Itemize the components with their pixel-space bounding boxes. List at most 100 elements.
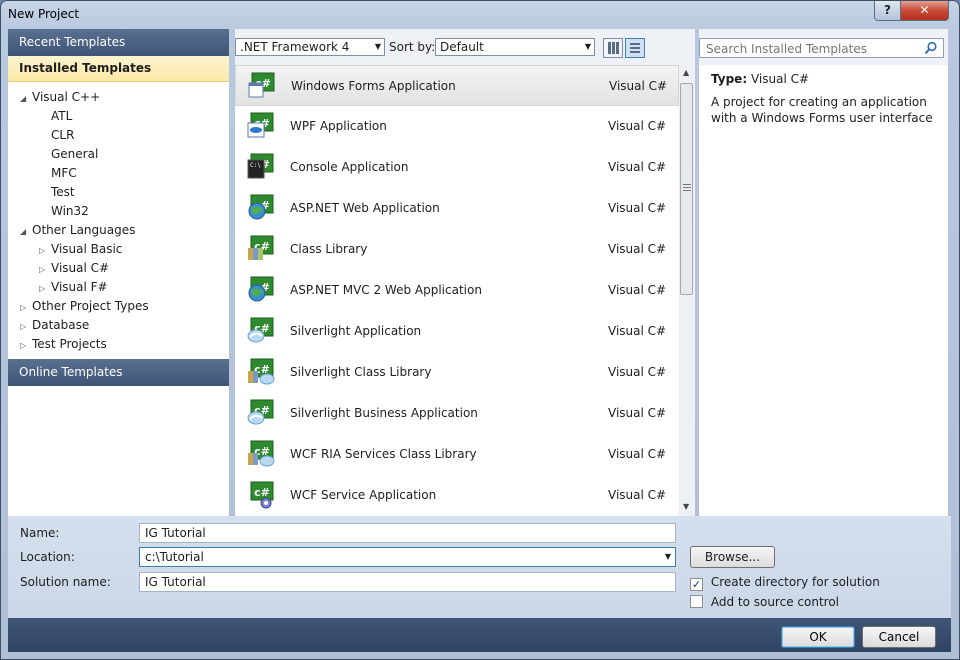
- template-row[interactable]: c# Silverlight Application Visual C#: [235, 311, 679, 352]
- template-language: Visual C#: [608, 447, 667, 461]
- collapsed-arrow-icon[interactable]: ▷: [39, 260, 51, 279]
- template-row[interactable]: c# ASP.NET Web Application Visual C#: [235, 188, 679, 229]
- tree-item[interactable]: ▷ Visual Basic: [39, 240, 122, 259]
- web-globe-icon: c#: [247, 193, 277, 223]
- tree-item-label: MFC: [51, 166, 77, 180]
- silverlight-icon: c#: [247, 316, 277, 346]
- tree-item-label: Other Languages: [32, 223, 136, 237]
- source-control-option[interactable]: Add to source control: [690, 594, 839, 610]
- create-directory-label: Create directory for solution: [710, 575, 880, 589]
- type-label: Type:: [711, 72, 748, 86]
- installed-templates-header[interactable]: Installed Templates: [8, 56, 229, 82]
- template-name: Windows Forms Application: [291, 79, 456, 93]
- cancel-button[interactable]: Cancel: [862, 626, 936, 648]
- tree-item[interactable]: MFC: [39, 164, 77, 183]
- template-row[interactable]: c# WCF Service Application Visual C#: [235, 475, 679, 516]
- tree-item-label: Win32: [51, 204, 89, 218]
- web-globe-icon: c#: [247, 275, 277, 305]
- medium-icons-view-button[interactable]: [603, 38, 623, 58]
- expanded-arrow-icon[interactable]: ◢: [20, 89, 32, 108]
- dialog-footer: OK Cancel: [8, 618, 951, 652]
- silverlight-library-icon: c#: [247, 439, 277, 469]
- template-description: A project for creating an application wi…: [711, 95, 933, 125]
- scroll-down-icon[interactable]: ▼: [683, 502, 689, 511]
- tree-item[interactable]: ▷ Database: [20, 316, 89, 335]
- template-row[interactable]: c# Class Library Visual C#: [235, 229, 679, 270]
- new-project-dialog: New Project ? ✕ Recent Templates Install…: [0, 0, 960, 660]
- title-bar[interactable]: New Project ? ✕: [1, 1, 959, 29]
- create-directory-checkbox[interactable]: ✓: [690, 578, 703, 591]
- template-list-scrollbar[interactable]: ▲ ▼: [679, 65, 695, 516]
- tree-item-label: Visual Basic: [51, 242, 123, 256]
- collapsed-arrow-icon[interactable]: ▷: [20, 317, 32, 336]
- template-row[interactable]: c# Silverlight Business Application Visual…: [235, 393, 679, 434]
- collapsed-arrow-icon[interactable]: ▷: [20, 298, 32, 317]
- tree-item-label: General: [51, 147, 99, 161]
- name-value: IG Tutorial: [145, 526, 206, 540]
- template-name: WPF Application: [290, 119, 387, 133]
- window-title: New Project: [8, 7, 80, 21]
- close-button[interactable]: ✕: [900, 1, 949, 21]
- tree-item[interactable]: ▷ Visual F#: [39, 278, 108, 297]
- template-row[interactable]: c# Windows Forms Application Visual C#: [235, 65, 679, 106]
- tree-item[interactable]: Win32: [39, 202, 89, 221]
- template-name: Silverlight Class Library: [290, 365, 432, 379]
- tree-item[interactable]: ATL: [39, 107, 72, 126]
- location-label: Location:: [20, 550, 75, 564]
- sort-select[interactable]: Default ▼: [435, 38, 595, 56]
- template-name: ASP.NET MVC 2 Web Application: [290, 283, 482, 297]
- tree-item[interactable]: ▷ Visual C#: [39, 259, 109, 278]
- template-row[interactable]: c# Silverlight Class Library Visual C#: [235, 352, 679, 393]
- chevron-down-icon[interactable]: ▼: [665, 548, 671, 566]
- template-language: Visual C#: [608, 283, 667, 297]
- sort-by-label: Sort by:: [389, 40, 436, 54]
- template-list: c# Windows Forms Application Visual C# c# WP…: [235, 65, 679, 516]
- solution-name-field[interactable]: IG Tutorial: [139, 572, 676, 592]
- scrollbar-thumb[interactable]: [680, 83, 693, 295]
- expanded-arrow-icon[interactable]: ◢: [20, 222, 32, 241]
- tree-item[interactable]: ▷ Other Project Types: [20, 297, 149, 316]
- template-language: Visual C#: [609, 79, 668, 93]
- template-list-pane: .NET Framework 4 ▼ Sort by: Default ▼ Wi…: [235, 29, 695, 516]
- collapsed-arrow-icon[interactable]: ▷: [39, 279, 51, 298]
- tree-item-label: Visual F#: [51, 280, 108, 294]
- scroll-up-icon[interactable]: ▲: [683, 68, 689, 77]
- tree-item[interactable]: ◢ Visual C++: [20, 88, 100, 107]
- tree-item-label: CLR: [51, 128, 75, 142]
- help-button[interactable]: ?: [874, 1, 901, 21]
- online-templates-header[interactable]: Online Templates: [8, 359, 229, 386]
- tree-item[interactable]: CLR: [39, 126, 74, 145]
- collapsed-arrow-icon[interactable]: ▷: [39, 241, 51, 260]
- location-value: c:\Tutorial: [145, 550, 204, 564]
- search-input[interactable]: [700, 39, 928, 59]
- create-directory-option[interactable]: ✓ Create directory for solution: [690, 574, 880, 591]
- search-icon[interactable]: [924, 41, 938, 55]
- tree-item[interactable]: General: [39, 145, 98, 164]
- framework-select[interactable]: .NET Framework 4 ▼: [235, 38, 385, 56]
- sort-select-value: Default: [440, 40, 484, 54]
- template-navigation: Recent Templates Installed Templates ◢ Vi…: [8, 29, 229, 516]
- search-box[interactable]: [699, 38, 944, 59]
- template-row[interactable]: c# WPF Application Visual C#: [235, 106, 679, 147]
- template-row[interactable]: c# WCF RIA Services Class Library Visual C…: [235, 434, 679, 475]
- collapsed-arrow-icon[interactable]: ▷: [20, 336, 32, 355]
- tree-item-label: ATL: [51, 109, 73, 123]
- tree-item[interactable]: ◢ Other Languages: [20, 221, 135, 240]
- source-control-checkbox[interactable]: [690, 595, 703, 608]
- template-row[interactable]: c#C:\ Console Application Visual C#: [235, 147, 679, 188]
- tree-item[interactable]: Test: [39, 183, 75, 202]
- dialog-client: Recent Templates Installed Templates ◢ Vi…: [8, 29, 951, 652]
- list-view-button[interactable]: [625, 38, 645, 58]
- ok-button[interactable]: OK: [781, 626, 855, 648]
- template-name: WCF Service Application: [290, 488, 437, 502]
- tree-item[interactable]: ▷ Test Projects: [20, 335, 107, 354]
- name-field[interactable]: IG Tutorial: [139, 523, 676, 543]
- type-value: Visual C#: [750, 72, 810, 86]
- source-control-label: Add to source control: [710, 595, 839, 609]
- template-language: Visual C#: [608, 488, 667, 502]
- recent-templates-header[interactable]: Recent Templates: [8, 29, 229, 56]
- template-language: Visual C#: [608, 119, 667, 133]
- template-row[interactable]: c# ASP.NET MVC 2 Web Application Visual C#: [235, 270, 679, 311]
- location-field[interactable]: c:\Tutorial ▼: [139, 547, 676, 567]
- browse-button[interactable]: Browse...: [690, 546, 775, 568]
